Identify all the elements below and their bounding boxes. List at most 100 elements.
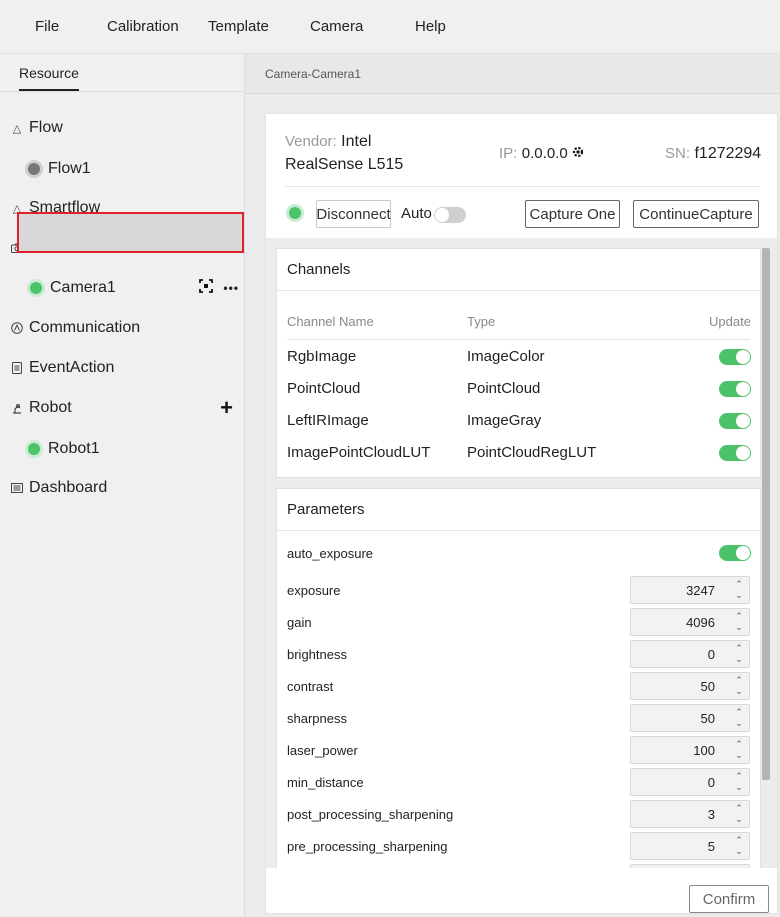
param-stepper[interactable]: 5 ⌃ ⌄ (630, 832, 750, 860)
sn-value: f1272294 (694, 145, 762, 162)
tab-resource[interactable]: Resource (19, 65, 79, 81)
focus-icon[interactable] (199, 278, 214, 298)
param-stepper[interactable]: 3247 ⌃ ⌄ (630, 576, 750, 604)
sidebar-item-dashboard[interactable]: Dashboard (0, 470, 245, 506)
param-label: sharpness (287, 711, 347, 726)
param-stepper[interactable]: 4⌃⌄ (630, 864, 750, 868)
chevron-up-icon[interactable]: ⌃ (735, 611, 743, 622)
channel-update-toggle[interactable] (719, 349, 751, 365)
channel-update-toggle[interactable] (719, 445, 751, 461)
content-scroll-area[interactable]: Channels Channel Name Type Update RgbIma… (266, 238, 777, 868)
continue-capture-button[interactable]: ContinueCapture (633, 200, 759, 228)
chevron-down-icon[interactable]: ⌄ (735, 718, 743, 729)
chevron-up-icon[interactable]: ⌃ (735, 739, 743, 750)
chevron-down-icon[interactable]: ⌄ (735, 814, 743, 825)
menu-help[interactable]: Help (415, 18, 446, 35)
chevron-down-icon[interactable]: ⌄ (735, 654, 743, 665)
stepper-arrows[interactable]: ⌃⌄ (729, 673, 749, 699)
status-dot (28, 443, 40, 455)
sidebar-item-communication[interactable]: Communication (0, 310, 245, 346)
sidebar-item-camera1-content[interactable]: Camera1 ••• (0, 270, 245, 306)
column-channel-name: Channel Name (287, 314, 374, 329)
channel-type: PointCloud (467, 380, 541, 397)
chevron-down-icon[interactable]: ⌄ (735, 750, 743, 761)
sidebar-item-camera1[interactable] (17, 212, 244, 253)
param-stepper[interactable]: 50 ⌃ ⌄ (630, 672, 750, 700)
sidebar-item-eventaction[interactable]: EventAction (0, 350, 245, 386)
breadcrumb-bar: Camera-Camera1 (245, 54, 780, 94)
sidebar-item-robot[interactable]: Robot + (0, 390, 245, 426)
gear-icon[interactable] (572, 145, 584, 163)
param-value: 100 (693, 743, 715, 758)
column-update: Update (709, 314, 751, 329)
sn-label: SN: (665, 145, 691, 162)
row-actions: ••• (199, 278, 239, 298)
model-value: RealSense L515 (285, 156, 404, 173)
chevron-up-icon[interactable]: ⌃ (735, 835, 743, 846)
more-icon[interactable]: ••• (223, 281, 239, 295)
toggle-knob (736, 546, 750, 560)
menu-file[interactable]: File (35, 18, 59, 35)
chevron-up-icon[interactable]: ⌃ (735, 867, 743, 868)
vendor-label: Vendor: (285, 133, 337, 150)
param-label: contrast (287, 679, 334, 694)
param-stepper[interactable]: 100 ⌃ ⌄ (630, 736, 750, 764)
column-type: Type (467, 314, 496, 329)
stepper-arrows[interactable]: ⌃⌄ (729, 705, 749, 731)
chevron-down-icon[interactable]: ⌄ (735, 686, 743, 697)
add-robot-button[interactable]: + (220, 395, 233, 421)
bell-icon: △ (12, 122, 22, 135)
stepper-arrows[interactable]: ⌃⌄ (729, 641, 749, 667)
menu-calibration[interactable]: Calibration (107, 18, 179, 35)
chevron-down-icon[interactable]: ⌄ (735, 590, 743, 601)
sidebar-item-robot1[interactable]: Robot1 (0, 431, 245, 467)
capture-one-button[interactable]: Capture One (525, 200, 620, 228)
stepper-arrows[interactable]: ⌃⌄ (729, 801, 749, 827)
chevron-up-icon[interactable]: ⌃ (735, 707, 743, 718)
dashboard-icon (10, 481, 24, 495)
chevron-up-icon[interactable]: ⌃ (735, 579, 743, 590)
param-stepper[interactable]: 0 ⌃ ⌄ (630, 768, 750, 796)
stepper-arrows[interactable]: ⌃⌄ (729, 865, 749, 868)
sidebar-item-label: Communication (29, 319, 141, 336)
chevron-up-icon[interactable]: ⌃ (735, 803, 743, 814)
param-stepper[interactable]: 0 ⌃ ⌄ (630, 640, 750, 668)
toggle-knob (736, 414, 750, 428)
stepper-arrows[interactable]: ⌃⌄ (729, 769, 749, 795)
sidebar-item-label: Flow1 (48, 160, 91, 177)
menu-template[interactable]: Template (208, 18, 269, 35)
chevron-down-icon[interactable]: ⌄ (735, 782, 743, 793)
channel-update-toggle[interactable] (719, 381, 751, 397)
ip-label: IP: (499, 145, 518, 163)
auto-exposure-toggle[interactable] (719, 545, 751, 561)
param-stepper[interactable]: 50 ⌃ ⌄ (630, 704, 750, 732)
param-value: 4096 (686, 615, 715, 630)
chevron-up-icon[interactable]: ⌃ (735, 771, 743, 782)
chevron-down-icon[interactable]: ⌄ (735, 622, 743, 633)
stepper-arrows[interactable]: ⌃⌄ (729, 609, 749, 635)
param-stepper[interactable]: 4096 ⌃ ⌄ (630, 608, 750, 636)
ip-field: IP: 0.0.0.0 (499, 145, 584, 163)
menu-camera[interactable]: Camera (310, 18, 363, 35)
camera-panel: Vendor: Intel RealSense L515 IP: 0.0.0.0… (265, 113, 778, 914)
stepper-arrows[interactable]: ⌃⌄ (729, 737, 749, 763)
sidebar-item-flow[interactable]: △ Flow (0, 110, 245, 146)
chevron-up-icon[interactable]: ⌃ (735, 643, 743, 654)
chevron-down-icon[interactable]: ⌄ (735, 846, 743, 857)
sidebar-item-flow1[interactable]: Flow1 (0, 151, 245, 187)
chevron-up-icon[interactable]: ⌃ (735, 675, 743, 686)
confirm-button[interactable]: Confirm (689, 885, 769, 913)
channel-update-toggle[interactable] (719, 413, 751, 429)
param-auto-exposure-label: auto_exposure (287, 546, 374, 561)
tab-active-indicator (19, 89, 79, 91)
scrollbar[interactable] (762, 248, 770, 780)
stepper-arrows[interactable]: ⌃⌄ (729, 577, 749, 603)
sidebar-item-label: Robot (29, 399, 72, 416)
param-label: post_processing_sharpening (287, 807, 454, 822)
disconnect-button[interactable]: Disconnect (316, 200, 391, 228)
channel-type: PointCloudRegLUT (467, 444, 597, 461)
stepper-arrows[interactable]: ⌃⌄ (729, 833, 749, 859)
param-stepper[interactable]: 3 ⌃ ⌄ (630, 800, 750, 828)
auto-toggle[interactable] (434, 207, 466, 223)
status-dot (28, 163, 40, 175)
